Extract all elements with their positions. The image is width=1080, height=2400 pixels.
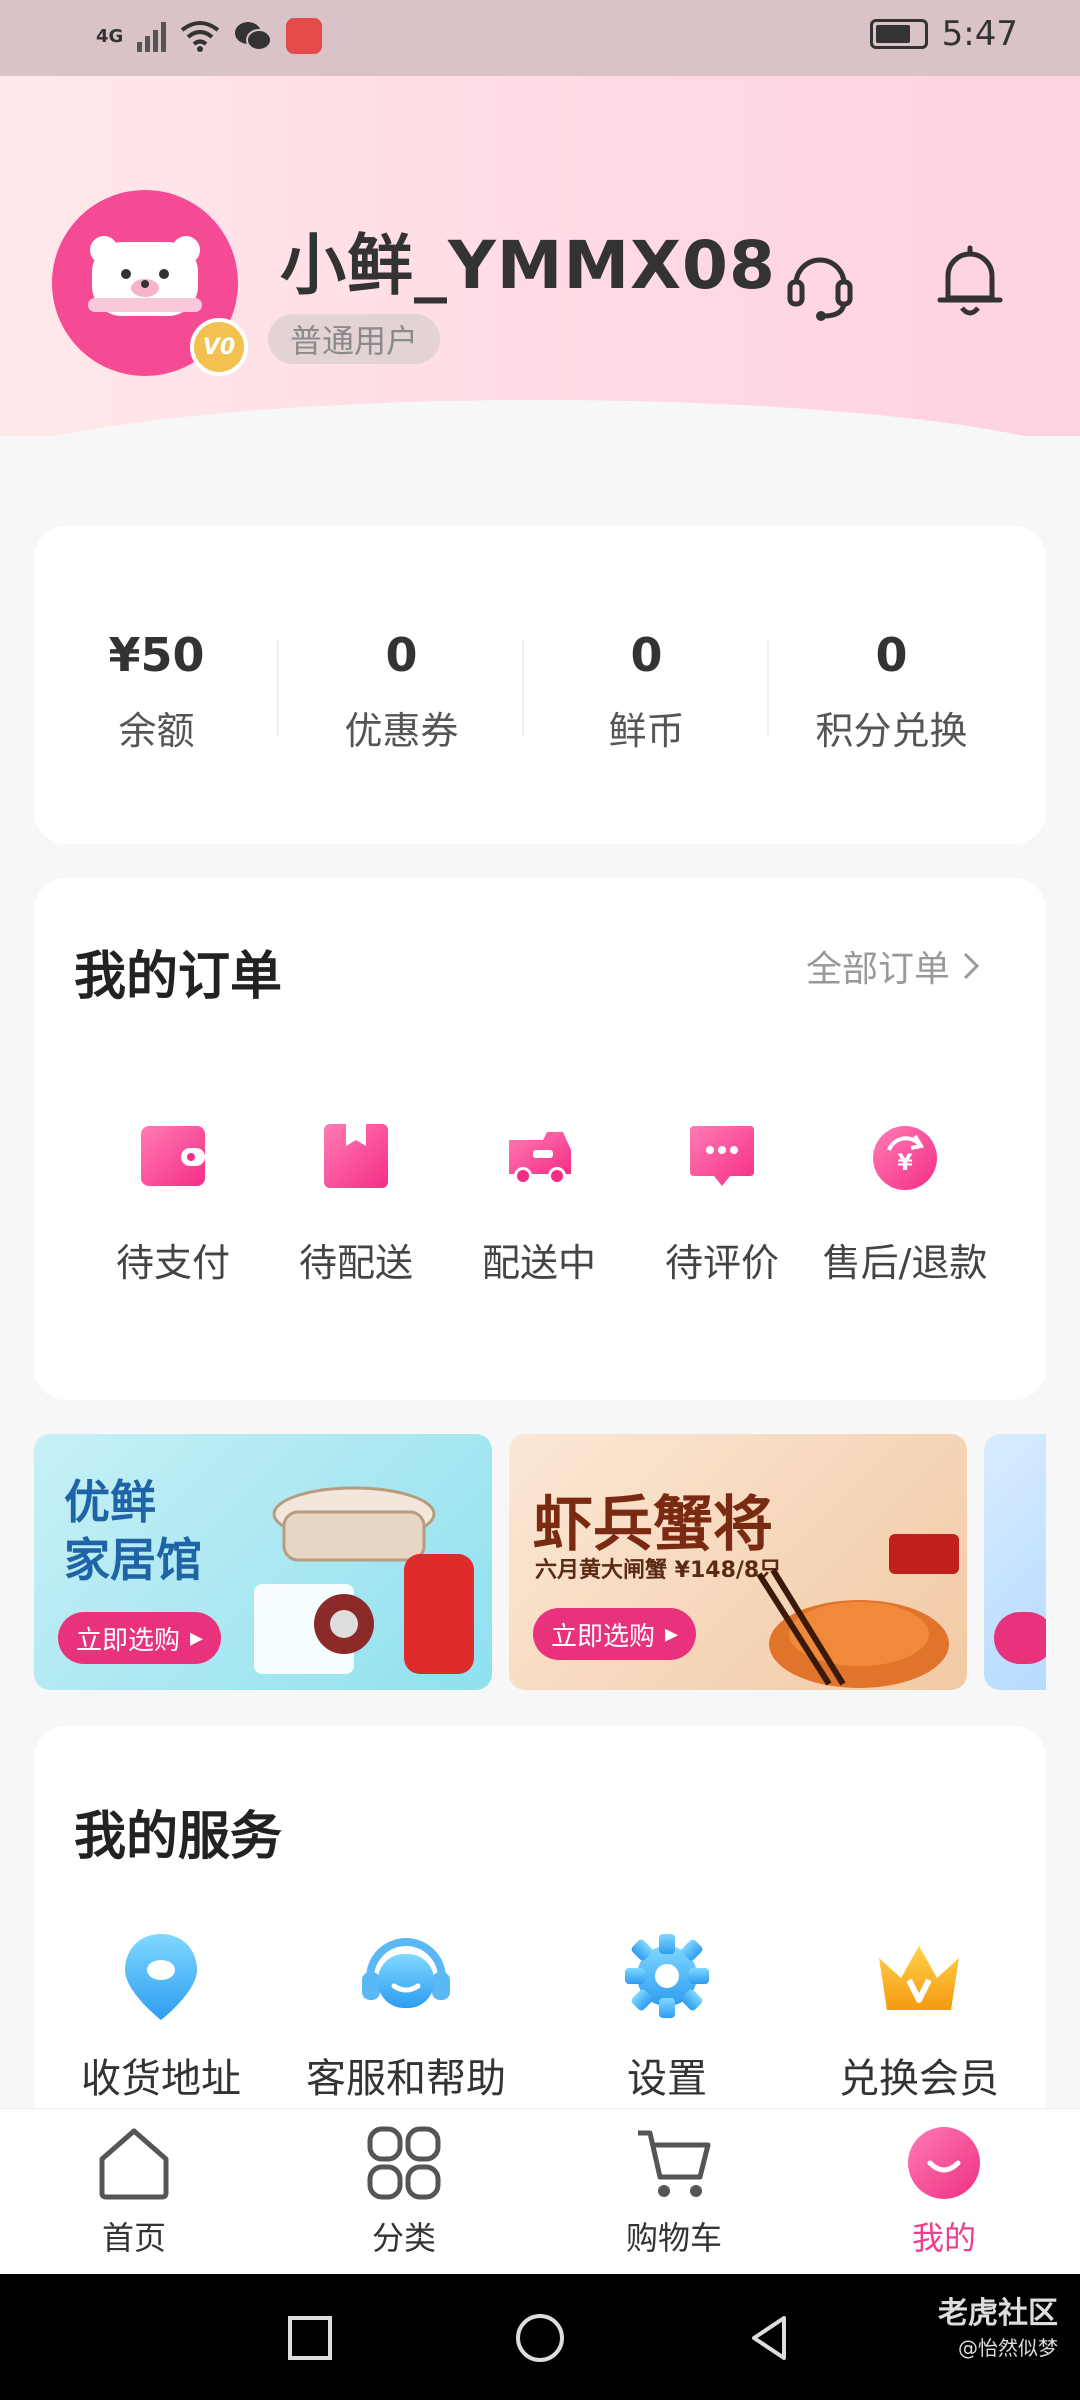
asset-value: 0	[385, 628, 418, 682]
customer-service-icon[interactable]	[784, 244, 856, 324]
banner-title: 虾兵蟹将	[533, 1490, 773, 1560]
order-pending-payment[interactable]: 待支付	[82, 1120, 264, 1287]
banner-title-line: 家居馆	[64, 1532, 202, 1587]
status-time: 5:47	[941, 14, 1018, 54]
crab-image	[756, 1534, 959, 1688]
order-label: 待配送	[298, 1241, 413, 1285]
asset-coupons[interactable]: 0 优惠券	[279, 628, 524, 755]
service-label: 兑换会员	[839, 2056, 999, 2102]
buy-now-button[interactable]: 立即选购 ▸	[58, 1612, 222, 1664]
vip-level-badge: V0	[190, 318, 248, 376]
asset-value: 0	[630, 628, 663, 682]
watermark: 老虎社区 @怡然似梦	[938, 2294, 1058, 2362]
bear-avatar-icon	[88, 236, 202, 316]
order-label: 售后/退款	[822, 1241, 988, 1285]
system-nav-bar: 老虎社区 @怡然似梦	[0, 2274, 1080, 2400]
asset-value: 0	[875, 628, 908, 682]
wifi-icon	[181, 21, 220, 52]
user-level-tag: 普通用户	[268, 314, 441, 364]
grid-icon	[367, 2126, 441, 2200]
arrow-right-icon: ▸	[665, 1619, 679, 1649]
profile-smile-icon	[908, 2127, 980, 2199]
service-label: 设置	[627, 2056, 707, 2102]
service-redeem-membership[interactable]: 兑换会员	[804, 1928, 1034, 2104]
order-pending-delivery[interactable]: 待配送	[265, 1120, 447, 1287]
buy-now-button[interactable]: 立即选购 ▸	[533, 1608, 697, 1660]
buy-now-label: 立即选购	[76, 1625, 181, 1656]
tab-category[interactable]: 分类	[324, 2123, 484, 2259]
watermark-line: @怡然似梦	[958, 2335, 1058, 2360]
chevron-right-icon	[963, 952, 980, 980]
buy-now-button[interactable]	[994, 1612, 1046, 1664]
truck-icon	[509, 1132, 571, 1185]
promo-banner-home[interactable]: 优鲜 家居馆 立即选购 ▸	[34, 1434, 492, 1690]
home-circle-icon[interactable]	[514, 2312, 566, 2364]
tab-home[interactable]: 首页	[54, 2123, 214, 2259]
bottom-tab-bar: 首页 分类 购物车 我的	[0, 2108, 1080, 2274]
bell-icon[interactable]	[934, 240, 1006, 320]
order-pending-review[interactable]: 待评价	[631, 1120, 813, 1287]
order-in-delivery[interactable]: 配送中	[448, 1120, 630, 1287]
order-after-sales-refund[interactable]: ¥ 售后/退款	[814, 1120, 996, 1287]
watermark-line: 老虎社区	[938, 2296, 1058, 2331]
home-icon	[99, 2128, 169, 2200]
recent-apps-icon[interactable]	[284, 2312, 336, 2364]
tab-label: 分类	[371, 2219, 436, 2257]
service-settings[interactable]: 设置	[552, 1928, 782, 2104]
asset-fresh-coins[interactable]: 0 鲜币	[524, 628, 769, 755]
tab-mine[interactable]: 我的	[864, 2123, 1024, 2259]
services-title: 我的服务	[74, 1807, 283, 1867]
asset-points-exchange[interactable]: 0 积分兑换	[769, 628, 1014, 755]
banner-title-line: 优鲜	[64, 1475, 156, 1529]
username: 小鲜_YMMX08	[280, 227, 776, 304]
service-label: 客服和帮助	[306, 2056, 506, 2102]
status-bar: 4G 5:47	[0, 0, 1080, 76]
order-label: 配送中	[481, 1241, 596, 1285]
promo-banner-partial[interactable]	[984, 1434, 1046, 1690]
orders-title: 我的订单	[74, 947, 283, 1007]
service-shipping-address[interactable]: 收货地址	[46, 1928, 276, 2104]
asset-label: 鲜币	[608, 709, 685, 753]
all-orders-label: 全部订单	[805, 949, 950, 990]
location-pin-icon	[125, 1934, 197, 2020]
asset-label: 积分兑换	[815, 709, 968, 753]
refund-icon: ¥	[873, 1126, 937, 1190]
gear-icon	[625, 1934, 709, 2018]
promo-banner-crab[interactable]: 虾兵蟹将 六月黄大闸蟹 ¥148/8只 立即选购 ▸	[509, 1434, 967, 1690]
tab-label: 购物车	[625, 2219, 722, 2257]
order-label: 待评价	[664, 1241, 779, 1285]
package-icon	[324, 1124, 388, 1188]
battery-icon	[869, 19, 928, 49]
signal-icon	[137, 20, 167, 52]
headset-icon	[362, 1938, 450, 2008]
svg-text:¥: ¥	[897, 1151, 913, 1176]
home-products-image	[254, 1486, 474, 1674]
tab-cart[interactable]: 购物车	[594, 2123, 754, 2259]
network-type: 4G	[96, 25, 124, 47]
order-label: 待支付	[115, 1241, 230, 1285]
wallet-icon	[141, 1126, 205, 1186]
service-customer-help[interactable]: 客服和帮助	[291, 1928, 521, 2104]
comment-icon	[690, 1126, 754, 1186]
arrow-right-icon: ▸	[190, 1623, 204, 1653]
tab-label: 首页	[101, 2219, 166, 2257]
service-label: 收货地址	[81, 2056, 241, 2102]
back-triangle-icon[interactable]	[744, 2312, 796, 2364]
asset-value: ¥50	[108, 628, 205, 682]
asset-label: 余额	[118, 709, 195, 753]
tab-label: 我的	[911, 2219, 976, 2257]
all-orders-link[interactable]: 全部订单	[806, 940, 980, 992]
buy-now-label: 立即选购	[551, 1621, 656, 1652]
asset-balance[interactable]: ¥50 余额	[34, 628, 279, 755]
asset-label: 优惠券	[344, 709, 459, 753]
crown-icon	[879, 1946, 959, 2010]
app-notification-icon	[286, 18, 323, 54]
cart-icon	[638, 2130, 711, 2197]
wechat-icon	[235, 22, 273, 51]
